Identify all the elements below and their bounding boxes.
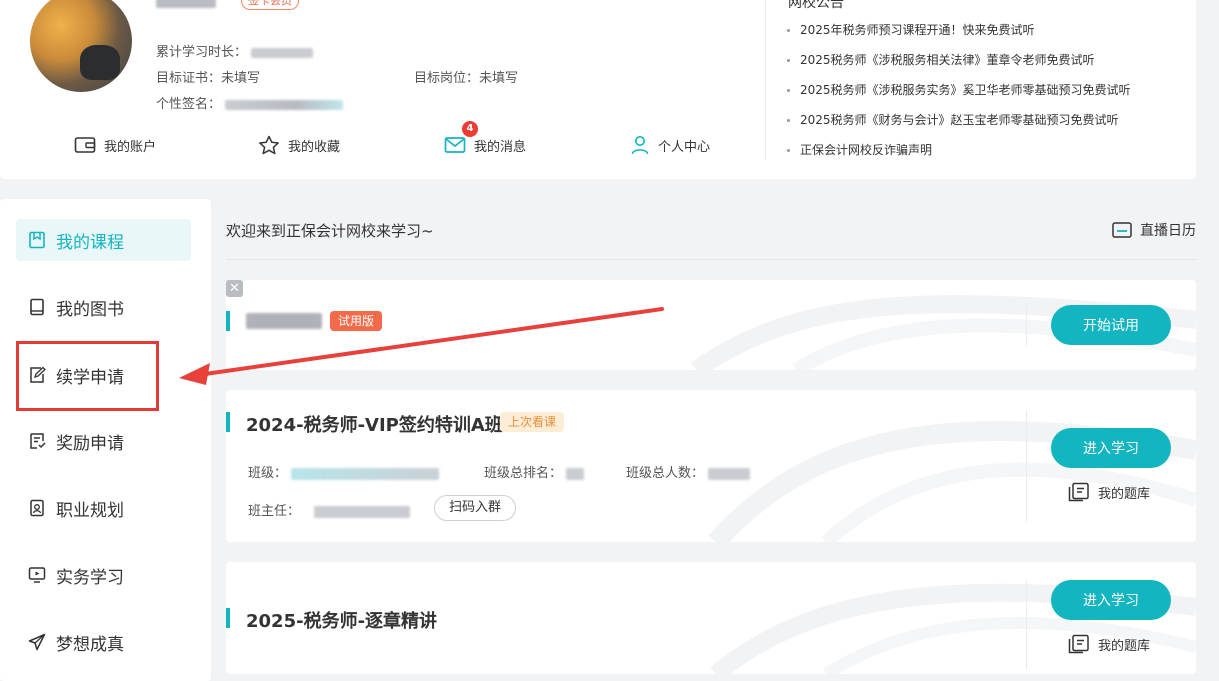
vip-badge: 签卡会员 xyxy=(241,0,299,10)
start-trial-button[interactable]: 开始试用 xyxy=(1051,305,1171,345)
sidebar-item-career[interactable]: 职业规划 xyxy=(16,487,191,529)
username-redacted xyxy=(156,0,216,8)
teacher-label: 班主任： xyxy=(248,504,301,519)
live-calendar-link[interactable]: 直播日历 xyxy=(1112,220,1196,240)
paper-plane-icon xyxy=(28,633,46,651)
shortcut-favorites-label: 我的收藏 xyxy=(288,139,341,155)
shortcut-favorites[interactable]: 我的收藏 xyxy=(258,134,340,156)
class-name-redacted xyxy=(291,467,440,480)
rank-redacted xyxy=(566,467,585,480)
question-bank-icon xyxy=(1068,482,1089,502)
notice-item[interactable]: 正保会计网校反诈骗声明 xyxy=(786,140,1131,170)
sidebar-item-my-courses[interactable]: 我的课程 xyxy=(16,219,191,261)
wallet-icon xyxy=(74,137,96,153)
last-viewed-tag: 上次看课 xyxy=(500,412,565,432)
shortcut-messages-label: 我的消息 xyxy=(474,139,527,155)
total-field: 班级总人数： xyxy=(626,462,751,481)
sidebar-item-label: 职业规划 xyxy=(56,500,124,521)
enter-study-button[interactable]: 进入学习 xyxy=(1051,580,1171,620)
user-icon xyxy=(631,136,649,155)
trial-tag: 试用版 xyxy=(330,311,383,331)
bookmark-icon xyxy=(29,231,45,249)
total-redacted xyxy=(708,467,751,480)
course-card: 2024-税务师-VIP签约特训A班 上次看课 班级： 班级总排名： 班级总人数… xyxy=(226,390,1196,542)
card-separator xyxy=(1026,580,1027,670)
target-cert-row: 目标证书：未填写 xyxy=(156,67,260,86)
sidebar-item-label: 梦想成真 xyxy=(56,634,124,655)
question-bank-icon xyxy=(1068,634,1089,654)
shortcut-messages[interactable]: 我的消息 xyxy=(444,134,526,156)
notice-item[interactable]: 2025税务师《财务与会计》赵玉宝老师零基础预习免费试听 xyxy=(786,110,1131,140)
sidebar-item-practice[interactable]: 实务学习 xyxy=(16,554,191,596)
calendar-label: 直播日历 xyxy=(1140,223,1196,239)
class-label: 班级： xyxy=(248,466,288,481)
sidebar-item-reward[interactable]: 奖励申请 xyxy=(16,420,191,462)
question-bank-label: 我的题库 xyxy=(1098,638,1151,654)
signature-label: 个性签名： xyxy=(156,97,222,112)
notice-item[interactable]: 2025税务师《涉税服务实务》奚卫华老师零基础预习免费试听 xyxy=(786,80,1131,110)
message-count-badge: 4 xyxy=(462,121,478,137)
study-time-row: 累计学习时长： xyxy=(156,41,314,60)
teacher-redacted xyxy=(314,505,411,518)
rank-field: 班级总排名： xyxy=(484,462,585,481)
sidebar-item-label: 奖励申请 xyxy=(56,433,124,454)
scan-join-group-button[interactable]: 扫码入群 xyxy=(434,495,517,521)
sidebar-item-label: 我的图书 xyxy=(56,299,124,320)
notice-item[interactable]: 2025年税务师预习课程开通！快来免费试听 xyxy=(786,20,1131,50)
course-title[interactable]: 2024-税务师-VIP签约特训A班 xyxy=(246,411,503,437)
card-separator xyxy=(1026,410,1027,522)
card-separator xyxy=(1026,302,1027,346)
target-cert-value: 未填写 xyxy=(221,71,261,86)
total-label: 班级总人数： xyxy=(626,466,705,481)
shortcut-profile[interactable]: 个人中心 xyxy=(630,134,710,156)
study-time-redacted xyxy=(251,47,314,58)
avatar[interactable] xyxy=(30,0,132,92)
question-bank-label: 我的题库 xyxy=(1098,486,1151,502)
card-accent-bar xyxy=(226,311,230,331)
content-divider xyxy=(226,259,1196,260)
class-field: 班级： xyxy=(248,462,440,481)
target-job-row: 目标岗位：未填写 xyxy=(414,67,518,86)
target-cert-label: 目标证书： xyxy=(156,71,222,86)
notice-title: 网校公告 xyxy=(788,0,844,11)
target-job-label: 目标岗位： xyxy=(414,71,480,86)
panel-divider xyxy=(765,0,766,160)
profile-panel: 签卡会员 累计学习时长： 目标证书：未填写 目标岗位：未填写 个性签名： 我的账… xyxy=(0,0,1196,179)
shortcut-profile-label: 个人中心 xyxy=(658,139,711,155)
my-question-bank-link[interactable]: 我的题库 xyxy=(1068,482,1150,502)
rank-label: 班级总排名： xyxy=(484,466,563,481)
study-time-label: 累计学习时长： xyxy=(156,45,248,60)
trial-course-name-redacted xyxy=(246,313,322,329)
course-card-trial: 试用版 开始试用 xyxy=(226,280,1196,370)
signature-row: 个性签名： xyxy=(156,93,344,112)
book-icon xyxy=(30,298,44,316)
annotation-highlight-box xyxy=(16,341,159,411)
enter-study-button[interactable]: 进入学习 xyxy=(1051,428,1171,468)
star-icon xyxy=(259,135,279,155)
shortcut-account[interactable]: 我的账户 xyxy=(74,134,156,156)
mail-icon xyxy=(444,137,466,153)
sidebar-item-label: 实务学习 xyxy=(56,567,124,588)
teacher-field: 班主任： xyxy=(248,500,411,519)
signature-redacted xyxy=(225,99,344,110)
target-job-value: 未填写 xyxy=(479,71,519,86)
calendar-icon xyxy=(1112,222,1132,238)
monitor-icon xyxy=(28,567,46,583)
sidebar-item-dream[interactable]: 梦想成真 xyxy=(16,621,191,663)
sidebar-item-label: 我的课程 xyxy=(56,232,124,253)
my-question-bank-link[interactable]: 我的题库 xyxy=(1068,634,1150,654)
sidebar-item-my-books[interactable]: 我的图书 xyxy=(16,286,191,328)
badge-icon xyxy=(30,499,44,517)
notice-list: 2025年税务师预习课程开通！快来免费试听 2025税务师《涉税服务相关法律》董… xyxy=(786,20,1131,170)
card-accent-bar xyxy=(226,608,230,628)
shortcut-account-label: 我的账户 xyxy=(104,139,157,155)
course-title[interactable]: 2025-税务师-逐章精讲 xyxy=(246,607,437,633)
course-card: 2025-税务师-逐章精讲 进入学习 我的题库 xyxy=(226,562,1196,674)
welcome-text: 欢迎来到正保会计网校来学习~ xyxy=(226,222,434,240)
reward-doc-icon xyxy=(30,433,46,449)
card-accent-bar xyxy=(226,412,230,432)
notice-item[interactable]: 2025税务师《涉税服务相关法律》董章令老师免费试听 xyxy=(786,50,1131,80)
close-icon[interactable]: ✕ xyxy=(226,280,243,297)
